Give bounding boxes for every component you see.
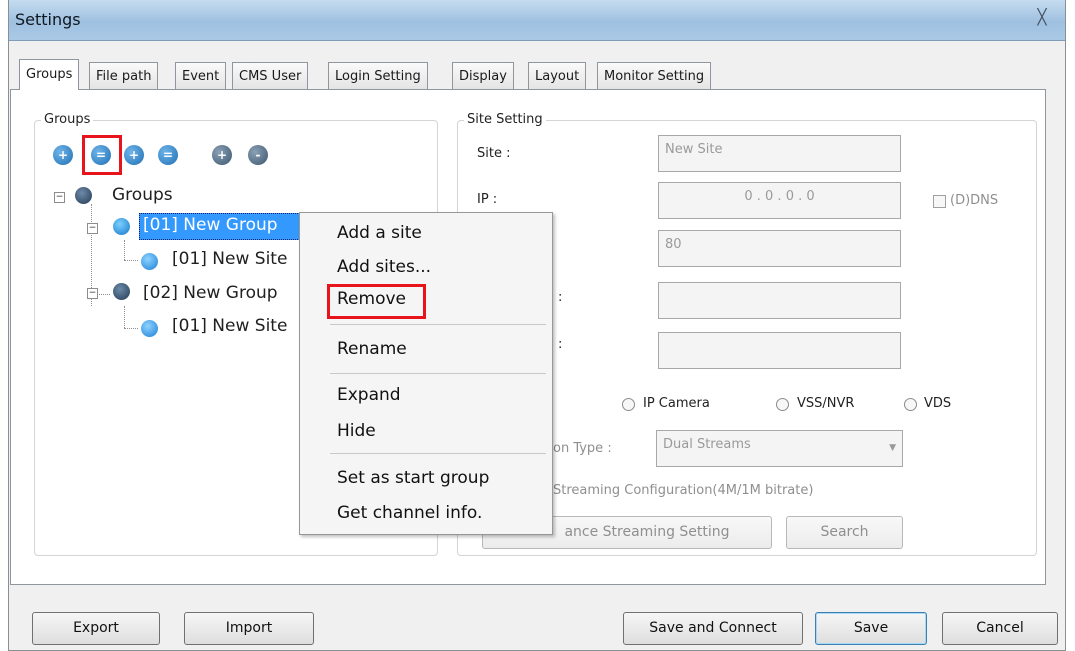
username-field[interactable] — [658, 282, 901, 319]
vss-nvr-label: VSS/NVR — [797, 396, 855, 411]
tab-monitor-setting[interactable]: Monitor Setting — [597, 62, 712, 89]
search-button[interactable]: Search — [786, 516, 903, 549]
ip-camera-radio[interactable] — [622, 398, 635, 411]
add-icon[interactable]: + — [124, 145, 144, 165]
groups-root-icon — [75, 187, 92, 204]
ip-address-field[interactable]: 0 . 0 . 0 . 0 — [658, 182, 901, 219]
menu-item-hide[interactable]: Hide — [337, 421, 376, 441]
site-icon — [141, 253, 158, 270]
add-group-icon[interactable]: + — [53, 145, 73, 165]
menu-item-get-channel-info[interactable]: Get channel info. — [337, 503, 482, 523]
username-label-colon: : — [558, 290, 563, 305]
connection-type-label: on Type : — [553, 441, 612, 456]
menu-item-add-sites[interactable]: Add sites... — [337, 257, 431, 277]
tree-site-01-of-group-01[interactable]: [01] New Site — [172, 249, 287, 269]
group-01-expander[interactable]: − — [87, 223, 98, 234]
site-label: Site : — [477, 146, 511, 161]
tree-root-groups[interactable]: Groups — [112, 185, 173, 205]
tab-event[interactable]: Event — [175, 62, 227, 89]
tab-groups[interactable]: Groups — [19, 59, 80, 90]
menu-item-rename[interactable]: Rename — [337, 339, 407, 359]
connection-type-select[interactable]: Dual Streams ▼ — [656, 430, 903, 467]
menu-separator — [330, 453, 546, 454]
ddns-label: (D)DNS — [950, 193, 999, 208]
site-icon — [141, 320, 158, 337]
ddns-checkbox[interactable] — [933, 195, 946, 208]
ip-camera-label: IP Camera — [643, 396, 710, 411]
menu-item-add-a-site[interactable]: Add a site — [337, 223, 422, 243]
tab-display[interactable]: Display — [452, 62, 514, 89]
import-button[interactable]: Import — [184, 612, 314, 645]
connection-type-value: Dual Streams — [663, 437, 751, 452]
remove-item-highlight — [327, 284, 426, 319]
remove-icon[interactable]: = — [158, 145, 178, 165]
export-button[interactable]: Export — [32, 612, 160, 645]
cancel-button[interactable]: Cancel — [942, 612, 1058, 645]
close-icon[interactable]: ╳ — [1031, 8, 1053, 26]
site-name-field[interactable]: New Site — [658, 135, 901, 172]
tab-login-setting[interactable]: Login Setting — [328, 62, 428, 89]
groups-panel-legend: Groups — [41, 112, 94, 127]
menu-separator — [330, 324, 546, 325]
add-site-icon-highlight — [82, 135, 122, 175]
site-setting-legend: Site Setting — [464, 112, 546, 127]
chevron-down-icon: ▼ — [889, 443, 896, 453]
save-button[interactable]: Save — [815, 612, 927, 645]
streaming-config-text: Streaming Configuration(4M/1M bitrate) — [553, 483, 814, 498]
menu-item-expand[interactable]: Expand — [337, 385, 401, 405]
context-menu: Add a site Add sites... Remove Rename Ex… — [299, 212, 553, 535]
tab-layout[interactable]: Layout — [528, 62, 587, 89]
menu-item-set-as-start-group[interactable]: Set as start group — [337, 468, 489, 488]
zoom-out-icon[interactable]: - — [248, 145, 268, 165]
group-02-icon — [113, 283, 130, 300]
port-field[interactable]: 80 — [658, 230, 901, 267]
ip-label: IP : — [477, 192, 498, 207]
zoom-in-icon[interactable]: + — [212, 145, 232, 165]
vds-radio[interactable] — [904, 398, 917, 411]
menu-separator — [330, 373, 546, 374]
vds-label: VDS — [924, 396, 952, 411]
root-expander[interactable]: − — [54, 192, 65, 203]
window-title: Settings — [15, 10, 81, 29]
password-field[interactable] — [658, 332, 901, 369]
vss-nvr-radio[interactable] — [776, 398, 789, 411]
group-02-expander[interactable]: − — [87, 288, 98, 299]
tab-file-path[interactable]: File path — [89, 62, 159, 89]
tree-site-01-of-group-02[interactable]: [01] New Site — [172, 316, 287, 336]
tree-group-01[interactable]: [01] New Group — [143, 215, 278, 235]
save-and-connect-button[interactable]: Save and Connect — [623, 612, 803, 645]
title-bar[interactable]: Settings ╳ — [9, 0, 1065, 41]
tree-group-02[interactable]: [02] New Group — [143, 283, 278, 303]
password-label-colon: : — [558, 337, 563, 352]
group-01-icon — [113, 218, 130, 235]
tab-cms-user[interactable]: CMS User — [232, 62, 309, 89]
